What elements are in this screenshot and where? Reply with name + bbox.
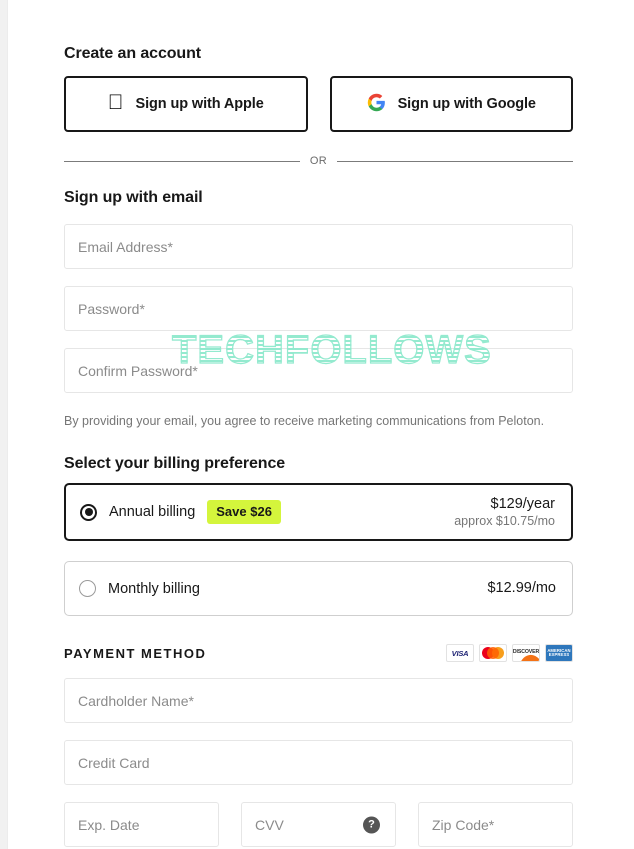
zip-code-input[interactable] (418, 802, 573, 847)
email-input[interactable] (64, 224, 573, 269)
cvv-cell: ? (241, 802, 396, 847)
billing-preference-heading: Select your billing preference (64, 455, 286, 472)
google-icon (367, 93, 386, 115)
sign-up-with-google-button[interactable]: Sign up with Google (329, 76, 573, 132)
social-signup-row:  Sign up with Apple Sign up with Google (64, 76, 573, 132)
exp-date-input[interactable] (64, 802, 219, 847)
billing-option-monthly[interactable]: Monthly billing $12.99/mo (64, 561, 573, 616)
divider-line-left (64, 160, 300, 162)
monthly-price: $12.99/mo (487, 580, 556, 596)
annual-price-group: $129/year approx $10.75/mo (454, 496, 555, 529)
payment-method-heading: PAYMENT METHOD (64, 645, 207, 661)
annual-price-monthly-equivalent: approx $10.75/mo (454, 513, 555, 528)
radio-monthly-unselected[interactable] (79, 580, 96, 597)
exp-date-cell (64, 802, 219, 847)
save-badge: Save $26 (207, 500, 281, 524)
password-input[interactable] (64, 286, 573, 331)
divider-label: OR (309, 155, 328, 167)
google-button-label: Sign up with Google (397, 96, 536, 112)
radio-annual-selected[interactable] (80, 503, 97, 521)
accepted-card-brands: VISA DISCOVER AMERICAN EXPRESS (446, 644, 573, 662)
sign-up-with-apple-button[interactable]:  Sign up with Apple (64, 76, 308, 132)
discover-icon: DISCOVER (512, 644, 540, 662)
left-edge-rail (0, 0, 8, 849)
card-details-row: ? (64, 802, 573, 847)
monthly-price-group: $12.99/mo (487, 580, 556, 597)
apple-button-label: Sign up with Apple (127, 96, 264, 112)
annual-billing-label: Annual billing (109, 504, 196, 520)
credit-card-input[interactable] (64, 740, 573, 785)
signup-page: Create an account  Sign up with Apple S… (0, 0, 634, 849)
mastercard-icon (479, 644, 507, 662)
zip-code-cell (418, 802, 573, 847)
visa-icon: VISA (446, 644, 474, 662)
divider-line-right (337, 160, 573, 162)
apple-icon:  (108, 92, 124, 113)
marketing-consent-text: By providing your email, you agree to re… (64, 414, 545, 428)
confirm-password-input[interactable] (64, 348, 573, 393)
cardholder-name-input[interactable] (64, 678, 573, 723)
cvv-help-icon[interactable]: ? (363, 816, 380, 833)
billing-option-annual[interactable]: Annual billing Save $26 $129/year approx… (64, 483, 573, 541)
create-account-heading: Create an account (64, 45, 202, 62)
signup-content: Create an account  Sign up with Apple S… (64, 0, 573, 847)
payment-method-header: PAYMENT METHOD VISA DISCOVER AMERICAN EX… (64, 644, 573, 662)
monthly-billing-label: Monthly billing (108, 580, 200, 597)
annual-price: $129/year (490, 495, 556, 512)
amex-icon: AMERICAN EXPRESS (545, 644, 573, 662)
sign-up-email-heading: Sign up with email (64, 189, 203, 206)
or-divider: OR (64, 155, 573, 167)
